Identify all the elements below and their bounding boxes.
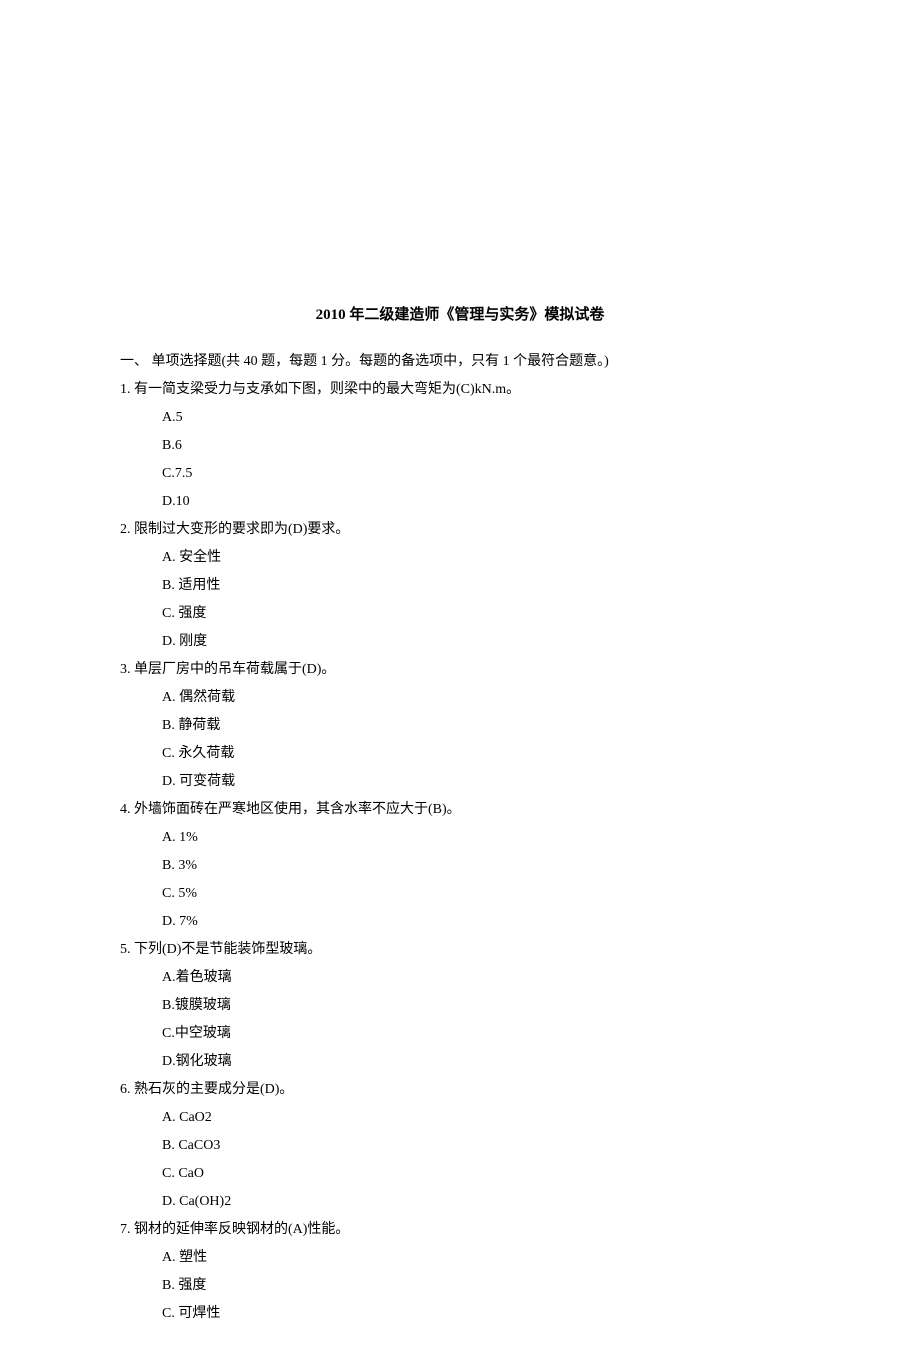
options: A. 偶然荷载B. 静荷载C. 永久荷载D. 可变荷载 (120, 684, 800, 796)
option: B. 强度 (162, 1272, 800, 1300)
section-header: 一、 单项选择题(共 40 题，每题 1 分。每题的备选项中，只有 1 个最符合… (120, 348, 800, 376)
option: A.5 (162, 404, 800, 432)
option: C. CaO (162, 1160, 800, 1188)
question: 4. 外墙饰面砖在严寒地区使用，其含水率不应大于(B)。A. 1%B. 3%C.… (120, 796, 800, 936)
option: A. 1% (162, 824, 800, 852)
question: 1. 有一简支梁受力与支承如下图，则梁中的最大弯矩为(C)kN.m。A.5B.6… (120, 376, 800, 516)
questions-container: 1. 有一简支梁受力与支承如下图，则梁中的最大弯矩为(C)kN.m。A.5B.6… (120, 376, 800, 1328)
option: B.镀膜玻璃 (162, 992, 800, 1020)
option: C. 强度 (162, 600, 800, 628)
options: A. 安全性B. 适用性C. 强度D. 刚度 (120, 544, 800, 656)
option: C.7.5 (162, 460, 800, 488)
option: D.钢化玻璃 (162, 1048, 800, 1076)
option: D. 可变荷载 (162, 768, 800, 796)
question-text: 2. 限制过大变形的要求即为(D)要求。 (120, 516, 800, 544)
option: C.中空玻璃 (162, 1020, 800, 1048)
question: 3. 单层厂房中的吊车荷载属于(D)。A. 偶然荷载B. 静荷载C. 永久荷载D… (120, 656, 800, 796)
question: 5. 下列(D)不是节能装饰型玻璃。A.着色玻璃B.镀膜玻璃C.中空玻璃D.钢化… (120, 936, 800, 1076)
options: A. 塑性B. 强度C. 可焊性 (120, 1244, 800, 1328)
options: A. 1%B. 3%C. 5%D. 7% (120, 824, 800, 936)
document-title: 2010 年二级建造师《管理与实务》模拟试卷 (120, 300, 800, 330)
option: D. 刚度 (162, 628, 800, 656)
option: D. 7% (162, 908, 800, 936)
option: A.着色玻璃 (162, 964, 800, 992)
option: A. CaO2 (162, 1104, 800, 1132)
option: B. 静荷载 (162, 712, 800, 740)
option: C. 永久荷载 (162, 740, 800, 768)
options: A.5B.6C.7.5D.10 (120, 404, 800, 516)
option: B. 3% (162, 852, 800, 880)
option: D.10 (162, 488, 800, 516)
options: A. CaO2B. CaCO3C. CaOD. Ca(OH)2 (120, 1104, 800, 1216)
option: A. 安全性 (162, 544, 800, 572)
question: 7. 钢材的延伸率反映钢材的(A)性能。A. 塑性B. 强度C. 可焊性 (120, 1216, 800, 1328)
question-text: 4. 外墙饰面砖在严寒地区使用，其含水率不应大于(B)。 (120, 796, 800, 824)
option: B.6 (162, 432, 800, 460)
question-text: 5. 下列(D)不是节能装饰型玻璃。 (120, 936, 800, 964)
question-text: 3. 单层厂房中的吊车荷载属于(D)。 (120, 656, 800, 684)
question: 6. 熟石灰的主要成分是(D)。A. CaO2B. CaCO3C. CaOD. … (120, 1076, 800, 1216)
option: D. Ca(OH)2 (162, 1188, 800, 1216)
question-text: 6. 熟石灰的主要成分是(D)。 (120, 1076, 800, 1104)
options: A.着色玻璃B.镀膜玻璃C.中空玻璃D.钢化玻璃 (120, 964, 800, 1076)
question-text: 7. 钢材的延伸率反映钢材的(A)性能。 (120, 1216, 800, 1244)
question: 2. 限制过大变形的要求即为(D)要求。A. 安全性B. 适用性C. 强度D. … (120, 516, 800, 656)
option: A. 塑性 (162, 1244, 800, 1272)
question-text: 1. 有一简支梁受力与支承如下图，则梁中的最大弯矩为(C)kN.m。 (120, 376, 800, 404)
option: B. 适用性 (162, 572, 800, 600)
option: C. 可焊性 (162, 1300, 800, 1328)
option: C. 5% (162, 880, 800, 908)
option: A. 偶然荷载 (162, 684, 800, 712)
option: B. CaCO3 (162, 1132, 800, 1160)
